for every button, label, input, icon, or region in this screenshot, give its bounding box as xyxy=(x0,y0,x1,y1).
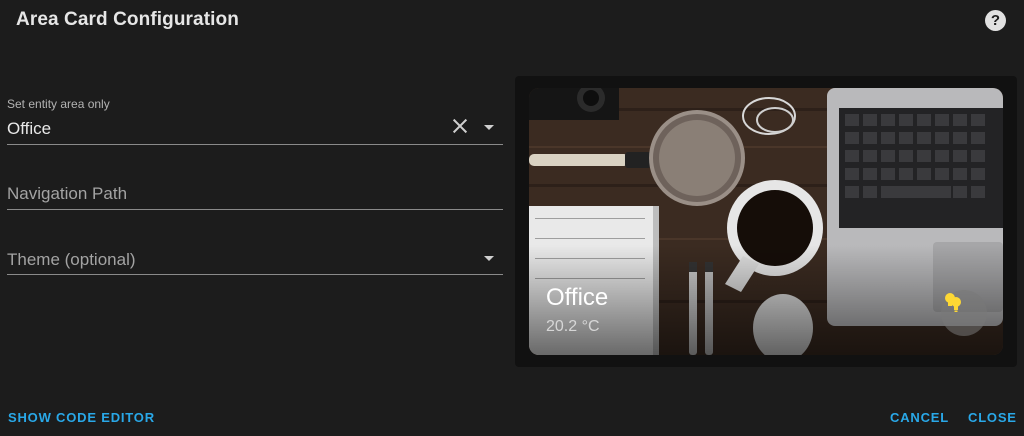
area-select-value[interactable]: Office xyxy=(7,119,51,139)
navigation-path-placeholder: Navigation Path xyxy=(7,184,128,203)
area-select-field[interactable]: Set entity area only Office xyxy=(7,92,503,145)
theme-select-underline xyxy=(7,274,503,275)
clear-icon[interactable] xyxy=(451,117,469,135)
dialog-title: Area Card Configuration xyxy=(16,9,239,30)
help-icon[interactable]: ? xyxy=(985,10,1006,31)
cancel-button[interactable]: CANCEL xyxy=(890,410,949,425)
theme-select-placeholder: Theme (optional) xyxy=(7,250,136,269)
area-card-preview[interactable]: Office 20.2 °C xyxy=(529,88,1003,355)
area-select-label: Set entity area only xyxy=(7,97,110,111)
area-select-underline xyxy=(7,144,503,145)
card-area-name: Office xyxy=(546,284,609,311)
theme-select-field[interactable]: Theme (optional) xyxy=(7,236,503,275)
navigation-path-input[interactable]: Navigation Path xyxy=(7,170,503,210)
lights-toggle-button[interactable] xyxy=(941,290,987,336)
chevron-down-icon[interactable] xyxy=(484,256,494,261)
chevron-down-icon[interactable] xyxy=(484,125,494,130)
card-temperature: 20.2 °C xyxy=(546,318,600,335)
close-button[interactable]: CLOSE xyxy=(968,410,1017,425)
lightbulb-group-icon xyxy=(945,293,961,312)
show-code-editor-button[interactable]: SHOW CODE EDITOR xyxy=(8,410,155,425)
navigation-path-underline xyxy=(7,209,503,210)
